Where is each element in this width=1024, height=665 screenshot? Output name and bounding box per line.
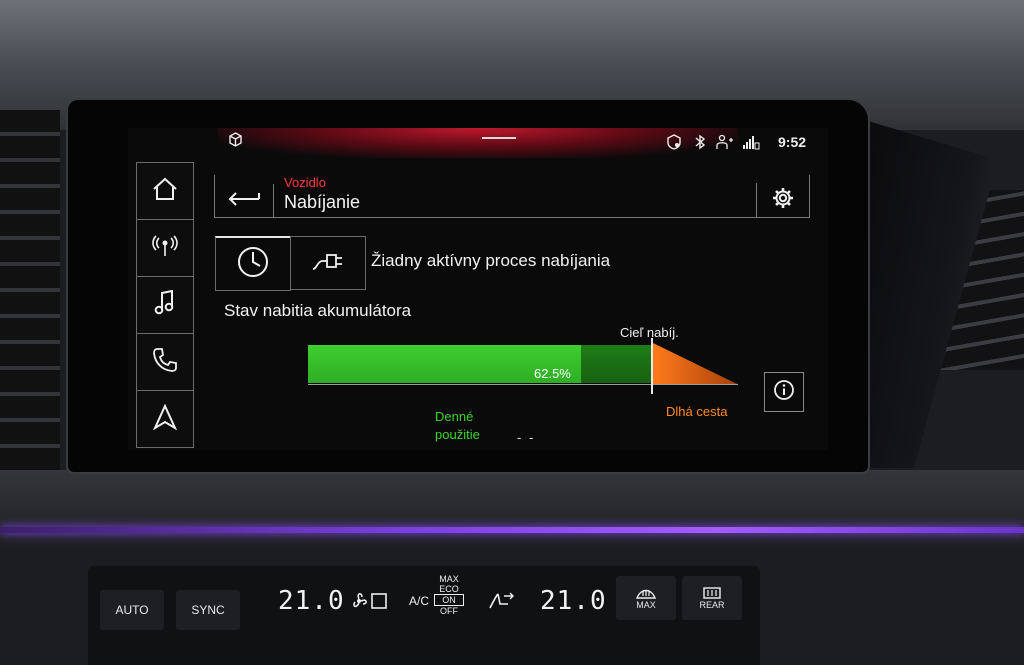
status-glow — [218, 128, 738, 158]
lte-signal-icon — [742, 134, 760, 153]
bar-baseline — [308, 384, 738, 385]
daily-use-value: - - — [517, 430, 536, 445]
title-bar: Vozidlo Nabíjanie — [214, 175, 810, 218]
eco-label: ECO — [439, 584, 459, 594]
vehicle-icon — [228, 132, 243, 150]
daily-use-zone — [579, 345, 653, 383]
nav-radio[interactable] — [137, 220, 193, 277]
battery-percent: 62.5% — [534, 366, 571, 381]
tab-timer[interactable] — [215, 236, 291, 291]
nav-media[interactable] — [137, 277, 193, 334]
left-nav-rail — [136, 162, 194, 448]
charging-plug-icon — [311, 249, 345, 278]
drag-handle[interactable] — [482, 137, 516, 139]
max-defrost-label: MAX — [636, 599, 656, 610]
music-icon — [154, 289, 176, 321]
air-vent-left — [0, 110, 60, 490]
clock-icon — [236, 245, 270, 284]
charge-target-label: Cieľ nabíj. — [620, 325, 679, 340]
battery-level-bar[interactable] — [308, 345, 738, 385]
settings-button[interactable] — [756, 183, 809, 217]
off-label: OFF — [440, 606, 458, 616]
nav-home[interactable] — [137, 163, 193, 220]
temperature-left: 21.0 — [278, 586, 345, 616]
daily-use-line2: použitie — [435, 427, 480, 442]
ac-mode-indicator[interactable]: MAX ECO ON OFF — [434, 574, 464, 616]
seat-airflow-icon[interactable] — [486, 590, 516, 617]
rear-defrost-button[interactable]: REAR — [682, 576, 742, 620]
long-trip-zone — [653, 343, 737, 384]
page-title: Nabíjanie — [284, 192, 361, 212]
back-button[interactable] — [215, 184, 274, 217]
navigation-icon — [152, 403, 178, 435]
home-icon — [152, 177, 178, 206]
fan-icon[interactable] — [350, 590, 390, 617]
back-arrow-icon — [227, 190, 261, 211]
bluetooth-icon — [694, 134, 706, 153]
tab-charging[interactable] — [290, 236, 366, 290]
gear-icon — [772, 187, 794, 214]
dashboard-trim — [0, 470, 1024, 550]
nav-phone[interactable] — [137, 334, 193, 391]
daily-use-line1: Denné — [435, 409, 474, 424]
breadcrumb[interactable]: Vozidlo — [284, 175, 326, 190]
auto-button[interactable]: AUTO — [100, 590, 164, 630]
charge-target-marker[interactable] — [651, 338, 653, 394]
max-label: MAX — [439, 574, 459, 584]
max-defrost-button[interactable]: MAX — [616, 576, 676, 620]
ac-button[interactable]: A/C — [409, 594, 429, 608]
charging-status-text: Žiadny aktívny proces nabíjania — [371, 251, 611, 270]
daily-use-label: Denné použitie — [435, 408, 480, 444]
rear-window-defrost-icon — [703, 586, 721, 599]
connected-services-icon — [666, 134, 682, 153]
climate-panel: AUTO SYNC 21.0 A/C MAX ECO ON OFF 21.0 M… — [88, 566, 760, 665]
infotainment-screen: 9:52 Vozidlo Nabíjanie Žiadny aktívny pr… — [128, 128, 828, 450]
radio-icon — [152, 234, 178, 263]
windshield-defrost-icon — [635, 589, 657, 599]
ambient-light-strip — [0, 527, 1024, 533]
info-button[interactable] — [764, 372, 804, 412]
user-profile-icon — [716, 134, 734, 153]
clock: 9:52 — [778, 134, 807, 150]
temperature-right: 21.0 — [540, 586, 607, 616]
long-trip-label: Dlhá cesta — [666, 404, 728, 419]
sync-button[interactable]: SYNC — [176, 590, 240, 630]
battery-state-label: Stav nabitia akumulátora — [224, 301, 412, 320]
nav-navigation[interactable] — [137, 391, 193, 447]
phone-icon — [152, 347, 178, 378]
rear-defrost-label: REAR — [699, 599, 725, 610]
info-icon — [773, 379, 795, 406]
on-label: ON — [434, 594, 464, 606]
